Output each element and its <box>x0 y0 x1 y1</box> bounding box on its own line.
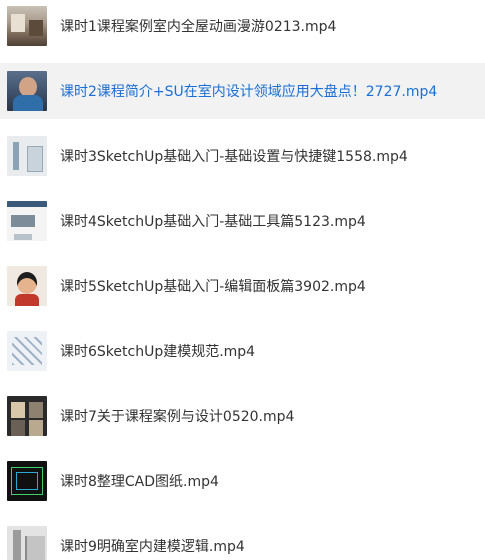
video-thumbnail[interactable] <box>7 526 47 560</box>
video-thumbnail[interactable] <box>7 136 47 176</box>
video-thumbnail[interactable] <box>7 201 47 241</box>
lesson-title[interactable]: 课时2课程简介+SU在室内设计领域应用大盘点！2727.mp4 <box>60 81 437 101</box>
video-thumbnail[interactable] <box>7 331 47 371</box>
lesson-title[interactable]: 课时6SketchUp建模规范.mp4 <box>60 341 255 361</box>
lesson-row-4[interactable]: 课时4SketchUp基础入门-基础工具篇5123.mp4 <box>0 193 485 249</box>
video-thumbnail[interactable] <box>7 396 47 436</box>
lesson-title[interactable]: 课时4SketchUp基础入门-基础工具篇5123.mp4 <box>60 211 366 231</box>
lesson-row-2[interactable]: 课时2课程简介+SU在室内设计领域应用大盘点！2727.mp4 <box>0 63 485 119</box>
lesson-title[interactable]: 课时1课程案例室内全屋动画漫游0213.mp4 <box>60 16 336 36</box>
lesson-row-1[interactable]: 课时1课程案例室内全屋动画漫游0213.mp4 <box>0 0 485 54</box>
video-thumbnail[interactable] <box>7 461 47 501</box>
lesson-row-3[interactable]: 课时3SketchUp基础入门-基础设置与快捷键1558.mp4 <box>0 128 485 184</box>
video-thumbnail[interactable] <box>7 266 47 306</box>
lesson-row-5[interactable]: 课时5SketchUp基础入门-编辑面板篇3902.mp4 <box>0 258 485 314</box>
lesson-list: 课时1课程案例室内全屋动画漫游0213.mp4 课时2课程简介+SU在室内设计领… <box>0 0 485 560</box>
lesson-title[interactable]: 课时7关于课程案例与设计0520.mp4 <box>60 406 294 426</box>
lesson-title[interactable]: 课时5SketchUp基础入门-编辑面板篇3902.mp4 <box>60 276 366 296</box>
video-thumbnail[interactable] <box>7 6 47 46</box>
lesson-title[interactable]: 课时9明确室内建模逻辑.mp4 <box>60 536 245 556</box>
lesson-row-9[interactable]: 课时9明确室内建模逻辑.mp4 <box>0 504 485 560</box>
lesson-row-7[interactable]: 课时7关于课程案例与设计0520.mp4 <box>0 388 485 444</box>
lesson-title[interactable]: 课时8整理CAD图纸.mp4 <box>60 471 219 491</box>
video-thumbnail[interactable] <box>7 71 47 111</box>
lesson-row-6[interactable]: 课时6SketchUp建模规范.mp4 <box>0 323 485 379</box>
lesson-title[interactable]: 课时3SketchUp基础入门-基础设置与快捷键1558.mp4 <box>60 146 408 166</box>
lesson-row-8[interactable]: 课时8整理CAD图纸.mp4 <box>0 453 485 509</box>
